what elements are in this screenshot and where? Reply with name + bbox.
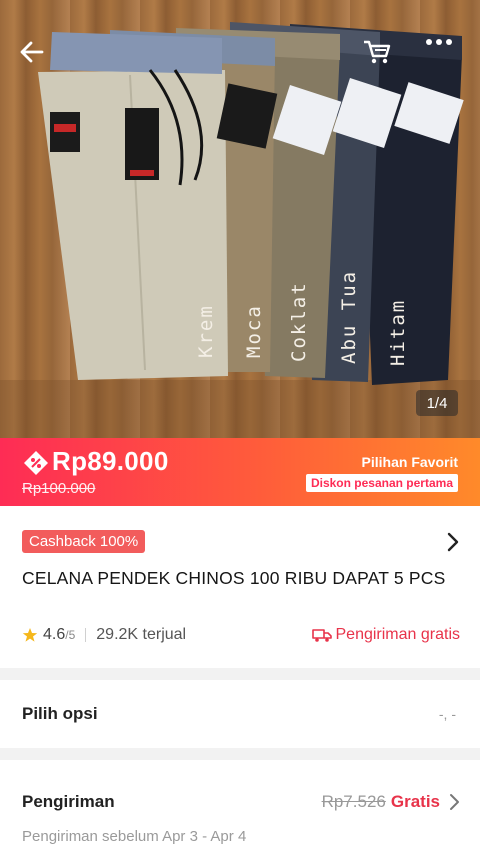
- product-image-gallery[interactable]: Krem Moca Coklat Abu Tua Hitam 1/4: [0, 0, 480, 438]
- rating-max: /5: [65, 628, 76, 642]
- product-title: CELANA PENDEK CHINOS 100 RIBU DAPAT 5 PC…: [22, 568, 446, 588]
- current-price: Rp89.000: [52, 446, 169, 476]
- shipping-original-cost: Rp7.526: [321, 792, 386, 811]
- option-label: Pilih opsi: [22, 704, 98, 723]
- chevron-right-icon[interactable]: [448, 793, 460, 811]
- image-counter: 1/4: [416, 390, 458, 416]
- star-icon: [22, 628, 38, 642]
- cashback-badge: Cashback 100%: [22, 530, 146, 553]
- chevron-right-icon[interactable]: [446, 532, 460, 552]
- discount-tag-icon: [24, 451, 48, 475]
- color-label-krem: Krem: [195, 304, 217, 358]
- first-order-discount-badge: Diskon pesanan pertama: [305, 474, 458, 492]
- shipping-eta: Pengiriman sebelum Apr 3 - Apr 4: [22, 828, 247, 845]
- back-arrow-icon[interactable]: [18, 38, 54, 74]
- select-option-row[interactable]: Pilih opsi -, -: [0, 680, 480, 748]
- shipping-free-label: Gratis: [390, 792, 440, 811]
- color-label-coklat: Coklat: [288, 281, 310, 362]
- original-price: Rp100.000: [22, 480, 96, 497]
- divider: [85, 628, 87, 642]
- color-label-hitam: Hitam: [387, 299, 409, 366]
- cart-icon[interactable]: [362, 38, 398, 74]
- price-banner: Rp89.000 Rp100.000 Pilihan Favorit Disko…: [0, 438, 480, 506]
- product-page: Krem Moca Coklat Abu Tua Hitam 1/4 Rp89.…: [0, 0, 480, 854]
- free-shipping-text: Pengiriman gratis: [335, 626, 461, 643]
- rating-value: 4.6: [43, 626, 66, 643]
- shipping-label: Pengiriman: [22, 792, 115, 811]
- product-photo: Krem Moca Coklat Abu Tua Hitam: [0, 22, 480, 438]
- truck-icon: [311, 629, 332, 642]
- rating-row[interactable]: 4.6 /5 29.2K terjual: [22, 626, 186, 644]
- color-label-abu-tua: Abu Tua: [338, 270, 360, 364]
- more-icon[interactable]: [425, 38, 461, 74]
- product-info-card[interactable]: Cashback 100% CELANA PENDEK CHINOS 100 R…: [0, 506, 480, 668]
- color-label-moca: Moca: [243, 304, 265, 358]
- favorite-label: Pilihan Favorit: [361, 454, 458, 470]
- shipping-row[interactable]: Pengiriman Rp7.526 Gratis Pengiriman seb…: [0, 760, 480, 854]
- shipping-cost: Rp7.526 Gratis: [322, 792, 460, 812]
- sold-count: 29.2K terjual: [96, 626, 187, 643]
- free-shipping-label[interactable]: Pengiriman gratis: [311, 626, 461, 644]
- option-value: -, -: [438, 706, 456, 722]
